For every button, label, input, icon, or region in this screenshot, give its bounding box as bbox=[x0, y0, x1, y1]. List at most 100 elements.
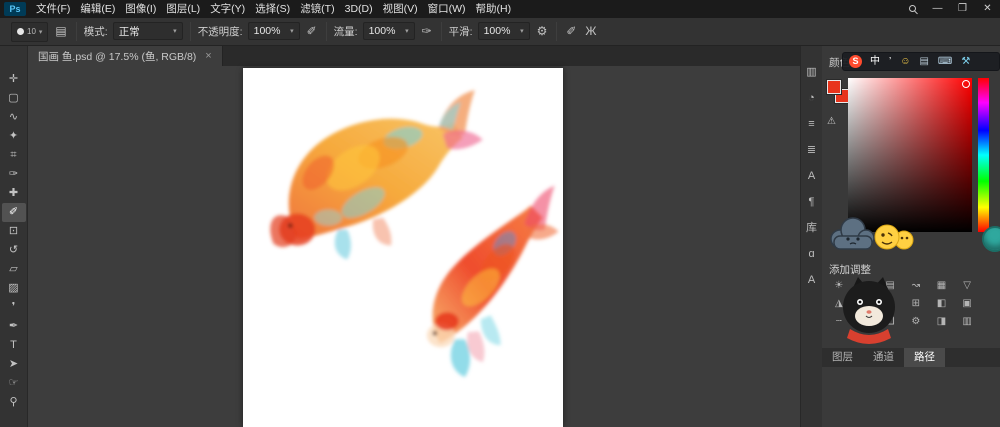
brush-size-value: 10 bbox=[27, 27, 36, 36]
pressure-size-icon[interactable]: ✐ bbox=[564, 24, 578, 38]
maximize-button[interactable]: ❐ bbox=[950, 0, 975, 18]
adjustment-icon[interactable]: ▽ bbox=[954, 278, 980, 293]
eyedropper-tool[interactable]: ✑ bbox=[2, 165, 26, 184]
brush-preset-picker[interactable]: 10 ▾ bbox=[11, 22, 48, 42]
tab-paths[interactable]: 路径 bbox=[904, 348, 945, 367]
sogou-logo-icon[interactable]: S bbox=[849, 55, 862, 68]
collapsed-panels-strip: ▥◔≡≣A¶库ɑA bbox=[800, 46, 822, 427]
pen-tool[interactable]: ✒ bbox=[2, 317, 26, 336]
adjustment-icon[interactable]: ◧ bbox=[929, 296, 955, 311]
zoom-tool[interactable]: ⚲ bbox=[2, 393, 26, 412]
opacity-label: 不透明度: bbox=[198, 24, 243, 39]
minimize-button[interactable]: — bbox=[925, 0, 950, 18]
foreground-color-swatch[interactable] bbox=[827, 80, 841, 94]
smoothing-options-gear-icon[interactable]: ⚙ bbox=[535, 24, 550, 38]
ime-toolbox[interactable]: ⚒ bbox=[961, 53, 970, 70]
smoothing-select[interactable]: 100% ▾ bbox=[478, 22, 530, 40]
search-icon[interactable] bbox=[900, 0, 925, 18]
panel-icon-paragraph[interactable]: ¶ bbox=[802, 196, 822, 209]
paths-panel-body bbox=[822, 367, 1000, 427]
chevron-down-icon: ▾ bbox=[173, 27, 177, 35]
menu-item[interactable]: 滤镜(T) bbox=[295, 0, 339, 18]
airbrush-icon[interactable]: ✑ bbox=[420, 24, 434, 38]
crop-tool[interactable]: ⌗ bbox=[2, 146, 26, 165]
gamut-warning-icon[interactable]: ⚠ bbox=[827, 116, 836, 127]
mode-group: 模式: 正常 ▾ bbox=[77, 22, 191, 41]
photoshop-logo-icon: Ps bbox=[4, 2, 26, 16]
tab-channels[interactable]: 通道 bbox=[863, 348, 904, 367]
panel-icon-glyphs[interactable]: ɑ bbox=[802, 248, 822, 261]
menu-item[interactable]: 图层(L) bbox=[161, 0, 205, 18]
type-tool[interactable]: T bbox=[2, 336, 26, 355]
smoothing-group: 平滑: 100% ▾ ⚙ bbox=[442, 22, 558, 41]
menu-item[interactable]: 文字(Y) bbox=[205, 0, 250, 18]
adjustment-icon[interactable]: ▣ bbox=[954, 296, 980, 311]
panel-icon-history[interactable]: ◔ bbox=[802, 92, 822, 105]
ime-punctuation[interactable]: ’ bbox=[889, 53, 891, 70]
smoothing-value: 100% bbox=[484, 25, 511, 37]
adjustment-icon[interactable]: ◨ bbox=[929, 314, 955, 329]
path-selection-tool[interactable]: ➤ bbox=[2, 355, 26, 374]
ime-mode-chinese[interactable]: 中 bbox=[870, 53, 880, 70]
paint-symmetry-icon[interactable]: Ж bbox=[583, 24, 598, 38]
layers-channels-paths-tabs: 图层通道路径 bbox=[822, 348, 1000, 367]
history-brush-tool[interactable]: ↺ bbox=[2, 241, 26, 260]
saturation-brightness-field[interactable] bbox=[848, 78, 972, 232]
mode-value: 正常 bbox=[119, 24, 140, 39]
move-tool[interactable]: ✛ bbox=[2, 70, 26, 89]
pressure-opacity-icon[interactable]: ✐ bbox=[305, 24, 319, 38]
panel-icon-character-styles[interactable]: A bbox=[802, 274, 822, 287]
adjustment-icon[interactable]: ↝ bbox=[903, 278, 929, 293]
menu-item[interactable]: 编辑(E) bbox=[75, 0, 120, 18]
adjustment-icon[interactable]: ▦ bbox=[929, 278, 955, 293]
marquee-tool[interactable]: ▢ bbox=[2, 89, 26, 108]
chevron-down-icon: ▾ bbox=[39, 28, 43, 36]
adjustment-icon[interactable]: ▥ bbox=[954, 314, 980, 329]
ime-keyboard[interactable]: ⌨ bbox=[938, 53, 952, 70]
panel-icon-actions[interactable]: ▥ bbox=[802, 66, 822, 79]
artboard[interactable] bbox=[243, 68, 563, 427]
menu-item[interactable]: 帮助(H) bbox=[471, 0, 517, 18]
lasso-tool[interactable]: ∿ bbox=[2, 108, 26, 127]
menu-item[interactable]: 视图(V) bbox=[378, 0, 423, 18]
document-tab-bar: 国画 鱼.psd @ 17.5% (鱼, RGB/8) × bbox=[28, 46, 800, 66]
panel-icon-info[interactable]: ≣ bbox=[802, 144, 822, 157]
gradient-tool[interactable]: ▨ bbox=[2, 279, 26, 298]
menu-item[interactable]: 窗口(W) bbox=[423, 0, 471, 18]
adjustment-icon[interactable]: ⚙ bbox=[903, 314, 929, 329]
ime-skin[interactable]: ▤ bbox=[919, 53, 928, 70]
mode-label: 模式: bbox=[84, 24, 108, 39]
ime-emoji[interactable]: ☺ bbox=[900, 53, 910, 70]
panel-icon-libraries[interactable]: 库 bbox=[802, 222, 822, 235]
clone-stamp-tool[interactable]: ⊡ bbox=[2, 222, 26, 241]
menu-list: 文件(F)编辑(E)图像(I)图层(L)文字(Y)选择(S)滤镜(T)3D(D)… bbox=[31, 0, 516, 18]
document-tab[interactable]: 国画 鱼.psd @ 17.5% (鱼, RGB/8) × bbox=[28, 46, 223, 66]
blur-tool[interactable]: ❜ bbox=[2, 298, 26, 317]
color-picker-cursor[interactable] bbox=[962, 80, 970, 88]
healing-brush-tool[interactable]: ✚ bbox=[2, 184, 26, 203]
flow-select[interactable]: 100% ▾ bbox=[363, 22, 415, 40]
tab-layers[interactable]: 图层 bbox=[822, 348, 863, 367]
menu-item[interactable]: 文件(F) bbox=[31, 0, 75, 18]
opacity-select[interactable]: 100% ▾ bbox=[248, 22, 300, 40]
canvas-area[interactable] bbox=[28, 66, 800, 427]
eraser-tool[interactable]: ▱ bbox=[2, 260, 26, 279]
menu-item[interactable]: 图像(I) bbox=[120, 0, 161, 18]
hand-tool[interactable]: ☞ bbox=[2, 374, 26, 393]
adjustment-icon[interactable]: ⊞ bbox=[903, 296, 929, 311]
panel-icon-character[interactable]: A bbox=[802, 170, 822, 183]
mode-select[interactable]: 正常 ▾ bbox=[113, 22, 183, 40]
menu-item[interactable]: 选择(S) bbox=[250, 0, 295, 18]
extras-group: ✐ Ж bbox=[557, 22, 605, 41]
menu-bar: Ps 文件(F)编辑(E)图像(I)图层(L)文字(Y)选择(S)滤镜(T)3D… bbox=[0, 0, 1000, 18]
sticker-cloud bbox=[826, 216, 878, 257]
panel-icon-properties[interactable]: ≡ bbox=[802, 118, 822, 131]
ime-toolbar[interactable]: S 中 ’ ☺ ▤ ⌨ ⚒ bbox=[842, 52, 1000, 71]
tab-close-icon[interactable]: × bbox=[205, 50, 211, 62]
menu-item[interactable]: 3D(D) bbox=[340, 0, 378, 18]
close-button[interactable]: ✕ bbox=[975, 0, 1000, 18]
brush-tool[interactable]: ✐ bbox=[2, 203, 26, 222]
quick-selection-tool[interactable]: ✦ bbox=[2, 127, 26, 146]
brush-settings-panel-icon[interactable]: ▤ bbox=[53, 24, 68, 38]
hue-slider[interactable] bbox=[978, 78, 989, 232]
